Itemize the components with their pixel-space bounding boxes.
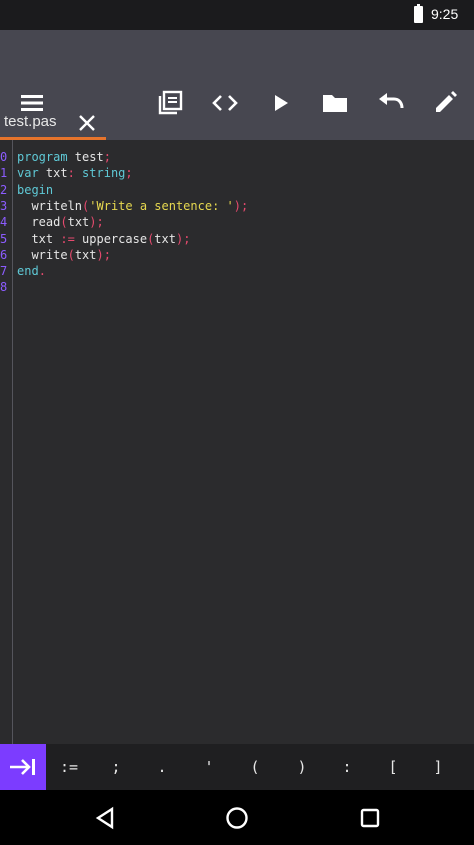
line-number-gutter: 0 123 456 78 [0,140,13,744]
line-number: 2 [0,182,8,197]
code-token: txt [74,247,97,262]
line-number: 4 [0,215,8,230]
undo-icon[interactable] [376,88,406,118]
symbol-key[interactable]: ) [279,744,325,790]
symbol-key[interactable]: : [324,744,370,790]
code-line[interactable]: txt := uppercase(txt); [17,231,190,247]
code-token: writeln [17,198,83,213]
line-number: 1 [0,166,8,181]
code-token: ; [125,166,133,181]
code-token: uppercase [74,231,148,246]
code-token: begin [17,182,54,197]
code-line[interactable]: writeln('Write a sentence: '); [17,198,248,214]
back-icon[interactable] [91,804,119,832]
line-number: 6 [0,247,8,262]
system-nav-bar [0,790,474,845]
status-time: 9:25 [431,6,459,22]
symbol-keybar: :=;. '():[] [0,744,474,790]
code-token: txt [17,231,61,246]
code-token: 'Write a sentence: ' [89,198,234,213]
library-icon[interactable] [155,88,185,118]
code-token: ); [233,198,249,213]
tab-key-button[interactable] [0,744,46,790]
folder-icon[interactable] [320,88,350,118]
line-number: 3 [0,198,8,213]
code-token: string [74,166,126,181]
code-token: read [17,215,61,230]
close-icon[interactable] [76,112,98,134]
code-token: end [17,264,39,279]
code-token: txt [154,231,176,246]
symbol-key[interactable]: ; [93,744,139,790]
symbol-key[interactable]: . [139,744,185,790]
line-number: 7 [0,264,8,279]
home-icon[interactable] [223,804,251,832]
run-icon[interactable] [266,88,296,118]
code-token: ( [67,247,75,262]
code-token: ; [103,150,111,164]
code-token: . [38,264,46,279]
code-line[interactable]: program test; [17,149,111,165]
symbol-key[interactable]: ] [415,744,461,790]
code-line[interactable]: begin [17,182,53,198]
tab-test-pas[interactable]: test.pas [0,104,106,140]
code-line[interactable]: var txt: string; [17,165,133,181]
code-token: ( [60,215,68,230]
symbol-key[interactable]: ( [232,744,278,790]
code-token: ); [89,215,104,230]
code-token: txt [38,166,68,181]
recents-icon[interactable] [356,804,384,832]
code-token: := [60,231,75,246]
code-token: : [67,166,75,181]
code-token: txt [67,215,90,230]
tab-label: test.pas [4,113,57,130]
code-token: test [67,150,104,164]
line-number: 5 [0,231,8,246]
code-token: ); [96,247,111,262]
status-bar: 9:25 [0,0,474,30]
code-token: var [17,166,39,181]
symbol-key[interactable]: [ [370,744,416,790]
code-token: program [17,150,68,164]
code-icon[interactable] [210,88,240,118]
tab-arrow-icon [10,759,35,775]
battery-icon [414,4,423,23]
edit-icon[interactable] [430,88,460,118]
line-number: 8 [0,280,8,295]
code-line[interactable]: read(txt); [17,214,104,230]
symbol-key[interactable]: := [46,744,92,790]
code-line[interactable]: write(txt); [17,247,111,263]
symbol-key[interactable]: ' [186,744,232,790]
code-token: write [17,247,68,262]
code-line[interactable]: end. [17,263,46,279]
line-number: 0 [0,150,8,164]
code-editor[interactable]: 012345678 program test; var txt: string; b… [0,140,474,744]
code-token: ); [175,231,191,246]
